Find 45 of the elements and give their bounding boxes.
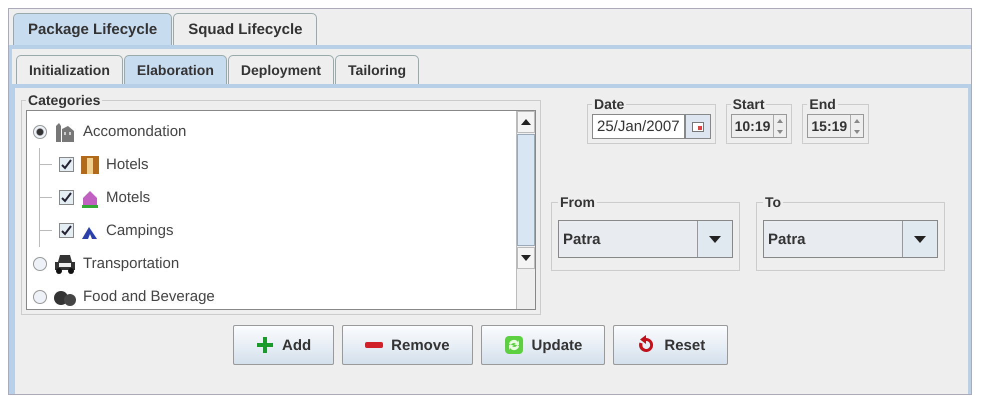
tab[interactable]: Package Lifecycle: [13, 13, 172, 45]
category-list[interactable]: Accomondation Hotels Motels Campings Transportation Food and Beverage: [26, 110, 536, 310]
radio-button[interactable]: [33, 290, 47, 304]
refresh-icon: [504, 335, 524, 355]
category-label[interactable]: Accomondation: [83, 123, 186, 140]
group-title: Date: [593, 96, 626, 112]
date-field[interactable]: 25/Jan/2007: [592, 114, 685, 139]
category-label[interactable]: Transportation: [83, 255, 180, 272]
reset-button[interactable]: Reset: [613, 325, 728, 365]
radio-button[interactable]: [33, 256, 47, 270]
tab[interactable]: Deployment: [228, 55, 334, 84]
tab[interactable]: Squad Lifecycle: [173, 13, 318, 45]
group-title: From: [559, 194, 596, 210]
group-title: End: [808, 96, 837, 112]
group-title: Categories: [27, 92, 102, 108]
time-spinner[interactable]: 10:19: [730, 114, 788, 138]
category-label[interactable]: Motels: [106, 189, 150, 206]
group-title: Start: [732, 96, 766, 112]
scrollbar[interactable]: [516, 111, 535, 309]
add-button[interactable]: Add: [233, 325, 334, 365]
caret-icon: [914, 236, 926, 242]
radio-button[interactable]: [33, 124, 47, 138]
category-label[interactable]: Food and Beverage: [83, 288, 215, 305]
category-label[interactable]: Campings: [106, 222, 174, 239]
checkbox[interactable]: [59, 157, 74, 172]
checkbox[interactable]: [59, 190, 74, 205]
tab[interactable]: Tailoring: [335, 55, 420, 84]
update-button[interactable]: Update: [480, 325, 606, 365]
checkbox[interactable]: [59, 223, 74, 238]
time-spinner[interactable]: 15:19: [807, 114, 864, 138]
caret-icon: [709, 236, 721, 242]
dropdown[interactable]: Patra: [558, 220, 733, 258]
scroll-up-icon[interactable]: [521, 119, 531, 125]
tab[interactable]: Elaboration: [124, 55, 227, 84]
hotel-icon: [80, 154, 100, 174]
calendar-icon: [692, 122, 704, 132]
category-label[interactable]: Hotels: [106, 156, 149, 173]
scroll-down-icon[interactable]: [521, 255, 531, 261]
remove-button[interactable]: Remove: [342, 325, 473, 365]
minus-icon: [365, 342, 384, 348]
plus-icon: [256, 336, 274, 354]
calendar-button[interactable]: [684, 114, 711, 139]
dropdown[interactable]: Patra: [763, 220, 938, 258]
tab[interactable]: Initialization: [16, 55, 123, 84]
group-title: To: [764, 194, 782, 210]
